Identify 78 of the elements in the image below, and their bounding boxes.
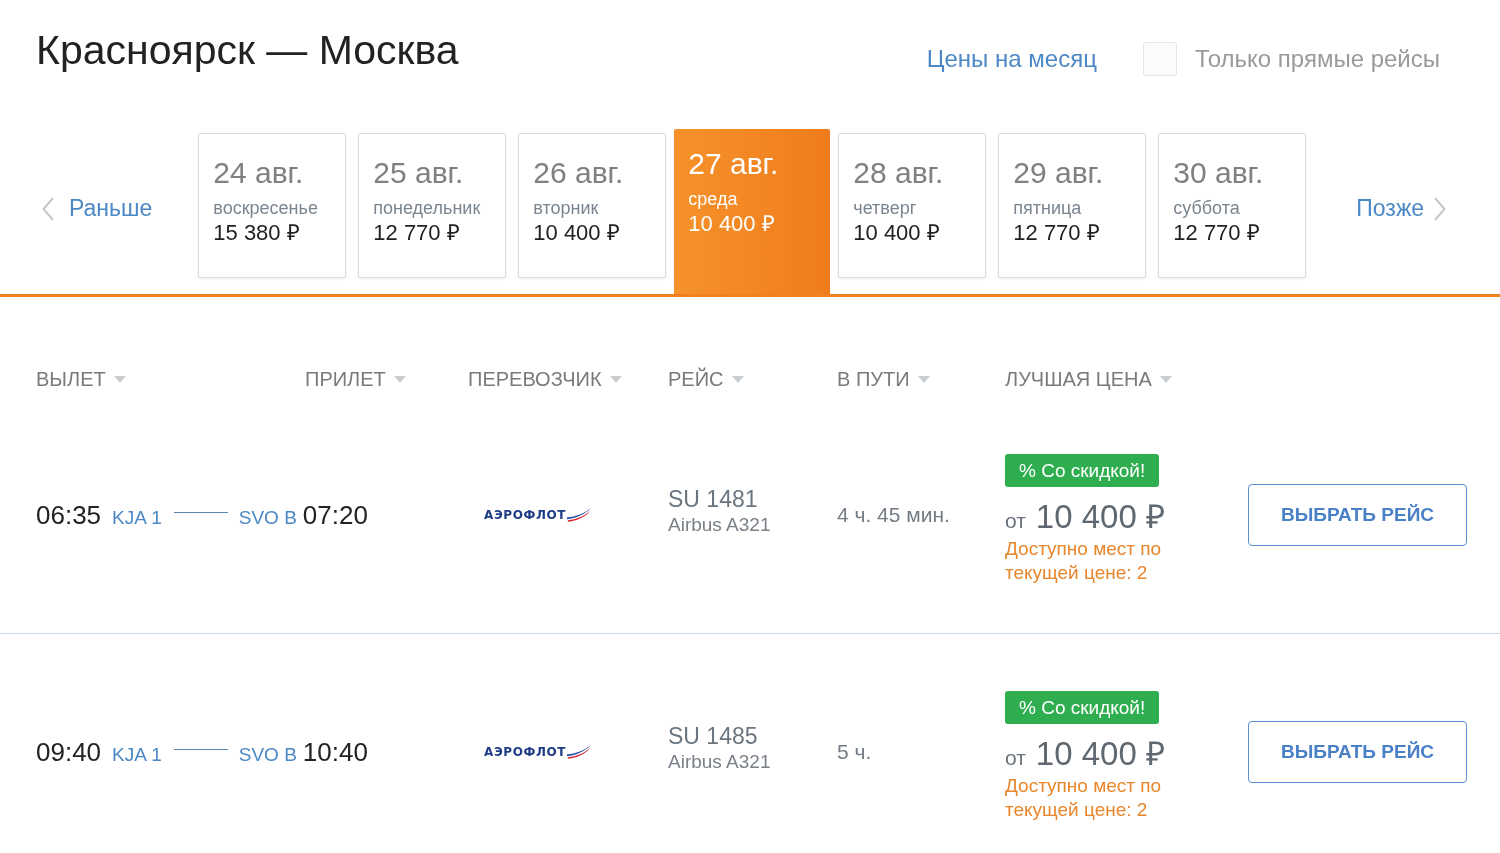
chevron-right-icon — [1434, 196, 1447, 221]
date-label: 28 авг. — [853, 155, 944, 191]
weekday-label: воскресенье — [213, 197, 318, 219]
wing-icon — [567, 745, 592, 759]
later-button[interactable]: Позже — [1356, 195, 1447, 222]
column-header[interactable]: ПЕРЕВОЗЧИК — [468, 367, 622, 391]
date-label: 30 авг. — [1173, 155, 1264, 191]
caret-icon — [1159, 375, 1172, 383]
day-price: 10 400 ₽ — [853, 219, 940, 247]
aircraft-model: Airbus A321 — [668, 513, 772, 536]
day-price: 12 770 ₽ — [1173, 219, 1260, 247]
day-price: 10 400 ₽ — [688, 210, 775, 238]
date-tab[interactable]: 24 авг. воскресенье 15 380 ₽ — [198, 133, 347, 278]
chevron-left-icon — [42, 196, 54, 221]
weekday-label: вторник — [533, 197, 599, 219]
date-tab[interactable]: 25 авг. понедельник 12 770 ₽ — [358, 133, 507, 278]
aircraft-model: Airbus A321 — [668, 750, 772, 773]
caret-icon — [113, 375, 126, 383]
date-tab[interactable]: 29 авг. пятница 12 770 ₽ — [998, 133, 1147, 278]
date-label: 24 авг. — [213, 155, 304, 191]
date-label: 26 авг. — [533, 155, 624, 191]
price-amount: 10 400 ₽ — [1035, 735, 1165, 772]
caret-icon — [731, 375, 744, 383]
column-header[interactable]: ПРИЛЕТ — [305, 367, 406, 391]
month-prices-link[interactable]: Цены на месяц — [926, 45, 1097, 73]
weekday-label: четверг — [853, 197, 917, 219]
direct-flights-checkbox[interactable] — [1142, 42, 1177, 76]
caret-icon — [609, 375, 622, 383]
flight-number: SU 1485 — [668, 723, 759, 750]
date-label: 25 авг. — [373, 155, 464, 191]
airline-logo-text: АЭРОФЛОТ — [484, 508, 567, 522]
column-header[interactable]: ВЫЛЕТ — [36, 367, 126, 391]
date-label: 27 авг. — [688, 146, 779, 182]
weekday-label: пятница — [1013, 197, 1082, 219]
date-tab[interactable]: 28 авг. четверг 10 400 ₽ — [838, 133, 987, 278]
arrival-time: 07:20 — [302, 499, 368, 531]
earlier-button[interactable]: Раньше — [42, 195, 153, 222]
weekday-label: понедельник — [373, 197, 481, 219]
weekday-label: среда — [688, 188, 738, 210]
price-amount: 10 400 ₽ — [1035, 498, 1165, 535]
route-line — [173, 511, 228, 513]
discount-badge: % Со скидкой! — [1005, 453, 1160, 487]
caret-icon — [393, 375, 406, 383]
wing-icon — [567, 508, 592, 522]
discount-badge: % Со скидкой! — [1005, 690, 1160, 724]
departure-time: 09:40 — [36, 736, 102, 768]
date-tab[interactable]: 27 авг. среда 10 400 ₽ — [674, 129, 831, 294]
select-flight-button[interactable]: ВЫБРАТЬ РЕЙС — [1248, 721, 1467, 783]
origin-airport: KJA 1 — [112, 743, 162, 766]
date-tab[interactable]: 30 авг. суббота 12 770 ₽ — [1158, 133, 1307, 278]
price-prefix: от — [1005, 745, 1026, 770]
column-header[interactable]: ЛУЧШАЯ ЦЕНА — [1005, 367, 1172, 391]
date-tab[interactable]: 26 авг. вторник 10 400 ₽ — [518, 133, 667, 278]
destination-airport: SVO B — [238, 506, 297, 529]
departure-time: 06:35 — [36, 499, 102, 531]
airline-logo-text: АЭРОФЛОТ — [484, 745, 567, 759]
weekday-label: суббота — [1173, 197, 1240, 219]
column-header[interactable]: РЕЙС — [668, 367, 744, 391]
day-price: 10 400 ₽ — [533, 219, 620, 247]
price-prefix: от — [1005, 508, 1026, 533]
flight-number: SU 1481 — [668, 486, 759, 513]
arrival-time: 10:40 — [302, 736, 368, 768]
column-header[interactable]: В ПУТИ — [837, 367, 930, 391]
day-price: 15 380 ₽ — [213, 219, 300, 247]
flight-duration: 4 ч. 45 мин. — [837, 503, 950, 526]
day-price: 12 770 ₽ — [1013, 219, 1100, 247]
flight-duration: 5 ч. — [837, 740, 872, 763]
caret-icon — [917, 375, 930, 383]
seats-availability-note: Доступно мест по текущей цене: 2 — [1005, 536, 1163, 585]
origin-airport: KJA 1 — [112, 506, 162, 529]
day-price: 12 770 ₽ — [373, 219, 460, 247]
seats-availability-note: Доступно мест по текущей цене: 2 — [1005, 773, 1163, 822]
route-title: Красноярск — Москва — [36, 26, 459, 75]
destination-airport: SVO B — [238, 743, 297, 766]
route-line — [173, 748, 228, 750]
direct-flights-label[interactable]: Только прямые рейсы — [1194, 45, 1440, 73]
select-flight-button[interactable]: ВЫБРАТЬ РЕЙС — [1248, 484, 1467, 546]
date-label: 29 авг. — [1013, 155, 1104, 191]
